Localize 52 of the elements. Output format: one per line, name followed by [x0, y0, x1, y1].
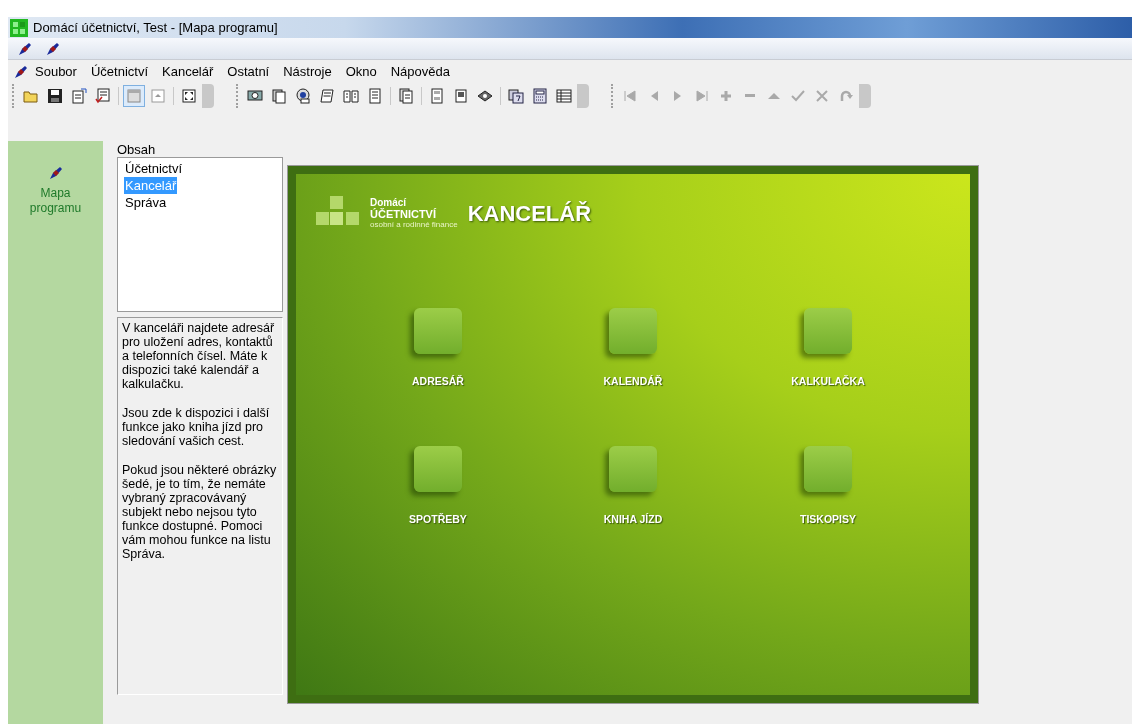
last-icon — [694, 87, 710, 104]
description-text: V kanceláři najdete adresář pro uložení adres, kontaktů a telefonních čísel. Máte k dispozici také kalendář a kalkulačku. — [122, 321, 276, 391]
book-icon — [343, 87, 359, 104]
menu-item[interactable]: Ostatní — [220, 62, 277, 82]
card-icon — [453, 87, 469, 104]
calendar-icon — [508, 87, 524, 104]
menu-item[interactable]: Okno — [338, 62, 384, 82]
tile-icon — [609, 308, 657, 354]
logo-tagline: osobní a rodinné finance — [370, 219, 458, 229]
menu-item[interactable]: Soubor — [28, 62, 84, 82]
window-icon — [126, 87, 142, 104]
fullscreen-icon — [181, 87, 197, 104]
document-check-icon — [95, 87, 111, 104]
list-item[interactable]: Účetnictví — [124, 160, 184, 177]
close-icon — [814, 87, 830, 104]
menu-item[interactable]: Nápověda — [383, 62, 457, 82]
logo-text: Domácí — [370, 197, 408, 208]
window-up-icon — [150, 87, 166, 104]
pen-icon — [48, 166, 63, 180]
menu-item[interactable]: Účetnictví — [83, 62, 155, 82]
tile-icon — [414, 445, 462, 492]
documents-icon — [271, 87, 287, 104]
list-item[interactable]: Správa — [124, 194, 168, 211]
panel-title: KANCELÁŘ — [467, 199, 592, 228]
tile-icon — [414, 308, 462, 354]
save-icon — [47, 87, 63, 104]
list-icon — [367, 87, 383, 104]
minus-icon — [745, 94, 755, 97]
mail-icon — [295, 87, 311, 104]
tile-icon — [804, 445, 852, 492]
calculator-icon — [532, 87, 548, 104]
table-icon — [556, 87, 572, 104]
pen-icon — [18, 41, 32, 56]
description-text: Jsou zde k dispozici i další funkce jako kniha jízd pro sledování vašich cest. — [122, 406, 271, 448]
menu-item[interactable]: Nástroje — [276, 62, 339, 82]
notepad-icon — [319, 87, 335, 104]
money-icon — [247, 87, 263, 104]
logo-text: ÚČETNICTVÍ — [370, 207, 437, 220]
sidebar-item[interactable]: Mapa programu — [19, 165, 92, 217]
app-icon — [10, 18, 28, 37]
list-label: Obsah — [117, 143, 157, 157]
tile-icon — [609, 445, 657, 492]
form-icon — [429, 87, 445, 104]
description-text: Pokud jsou některé obrázky šedé, je to tím, že nemáte vybraný zpracovávaný subjekt nebo nejsou tyto funkce dostupné. Pomoci vám mohou funkce na listu Správa. — [122, 463, 278, 561]
pen-icon — [14, 65, 28, 79]
menu-item[interactable]: Kancelář — [155, 62, 221, 82]
first-icon — [622, 87, 638, 104]
pages-icon — [398, 87, 414, 104]
tile-icon — [804, 308, 852, 354]
pen-icon — [46, 41, 60, 56]
window-title: Domácí účetnictví, Test - [Mapa programu] — [33, 18, 278, 37]
document-icon — [71, 87, 87, 104]
